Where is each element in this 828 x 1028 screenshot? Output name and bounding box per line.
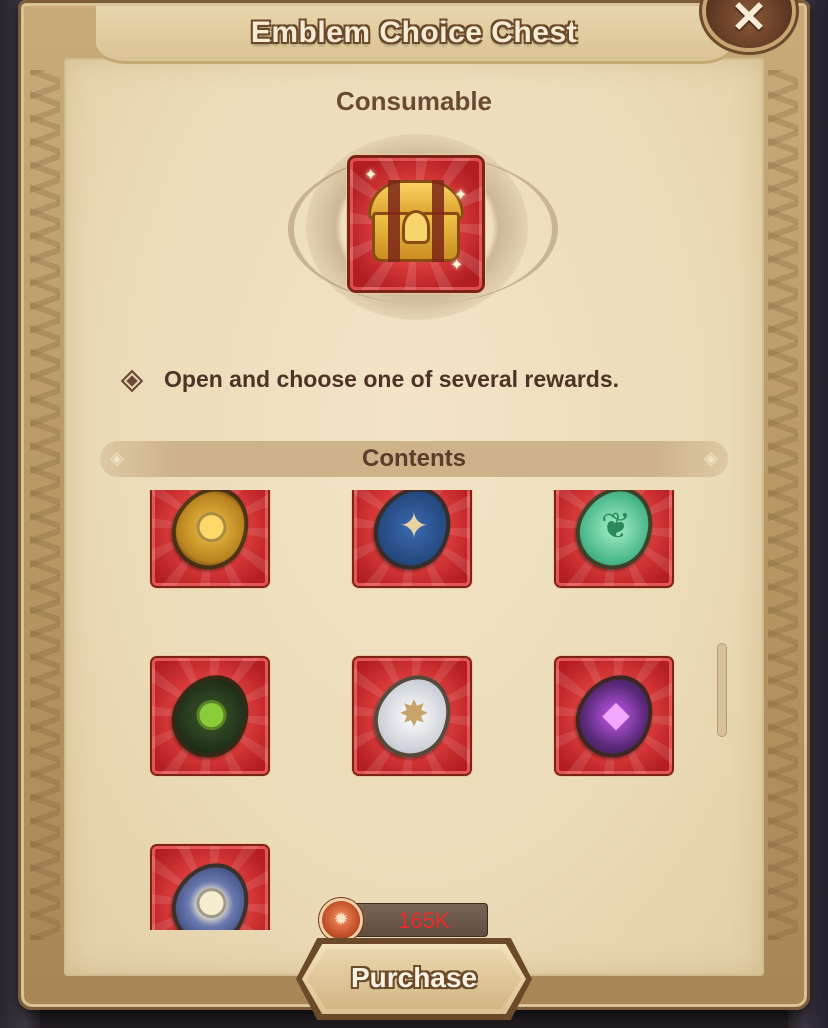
reward-item[interactable] bbox=[152, 490, 268, 586]
reward-item[interactable] bbox=[152, 846, 268, 930]
purchase-button-label: Purchase bbox=[350, 962, 478, 993]
silver-star-emblem-icon: ✸ bbox=[360, 661, 466, 771]
green-leaf-emblem-icon: ❦ bbox=[562, 490, 668, 583]
reward-item[interactable]: ✦ bbox=[354, 490, 470, 586]
item-type-label: Consumable bbox=[335, 86, 493, 116]
reward-item[interactable] bbox=[152, 658, 268, 774]
sparkle-icon: ✦ bbox=[450, 257, 464, 274]
reward-item[interactable]: ❦ bbox=[556, 490, 672, 586]
sparkle-icon: ✦ bbox=[364, 167, 378, 184]
item-description: Open and choose one of several rewards. bbox=[164, 366, 620, 392]
close-icon: ✕ bbox=[730, 0, 768, 42]
coin-icon: ✹ bbox=[322, 901, 360, 939]
gold-emblem-icon bbox=[158, 490, 264, 583]
dialog-title: Emblem Choice Chest bbox=[250, 16, 578, 49]
contents-label: Contents bbox=[362, 445, 466, 472]
price-value: 165K bbox=[398, 908, 450, 933]
blue-shield-emblem-icon bbox=[158, 849, 264, 930]
sparkle-icon: ✦ bbox=[454, 187, 468, 204]
dark-green-eye-emblem-icon bbox=[158, 661, 264, 771]
featured-item-slot: ✦ ✦ ✦ bbox=[350, 158, 482, 290]
reward-item[interactable]: ◆ bbox=[556, 658, 672, 774]
reward-item[interactable]: ✸ bbox=[354, 658, 470, 774]
blue-star-emblem-icon: ✦ bbox=[360, 490, 466, 583]
contents-grid[interactable]: ✦ ❦ ✸ ◆ bbox=[100, 490, 728, 930]
contents-scrollbar[interactable] bbox=[717, 643, 727, 737]
purple-emblem-icon: ◆ bbox=[562, 661, 668, 771]
